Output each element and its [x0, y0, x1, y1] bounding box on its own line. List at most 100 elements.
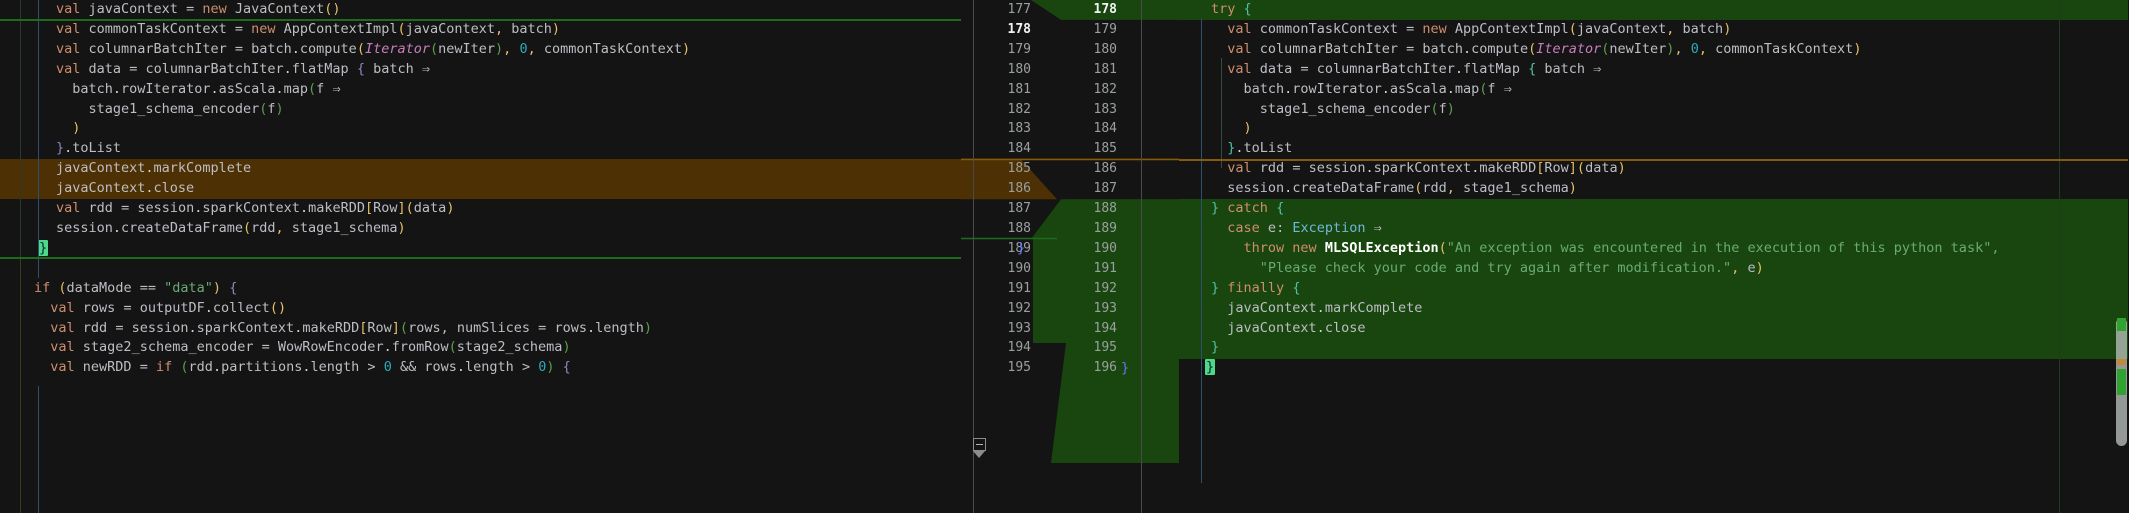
- gutter-line-number[interactable]: 183: [1053, 100, 1117, 120]
- code-line-text: } finally {: [1211, 279, 1301, 296]
- vertical-scrollbar[interactable]: [2114, 0, 2128, 513]
- gutter-line-number[interactable]: 191: [967, 279, 1031, 299]
- code-line[interactable]: val data = columnarBatchIter.flatMap { b…: [1179, 60, 2128, 80]
- gutter-line-number[interactable]: 183: [967, 119, 1031, 139]
- code-line-text: session.createDataFrame(rdd, stage1_sche…: [1227, 180, 1577, 197]
- code-line[interactable]: val columnarBatchIter = batch.compute(It…: [0, 40, 961, 60]
- code-line-text: val rdd = session.sparkContext.makeRDD[R…: [50, 319, 653, 336]
- code-line[interactable]: [0, 259, 961, 279]
- code-line[interactable]: val data = columnarBatchIter.flatMap { b…: [0, 60, 961, 80]
- code-line[interactable]: stage1_schema_encoder(f): [0, 100, 961, 120]
- code-line-added[interactable]: "Please check your code and try again af…: [1179, 259, 2128, 279]
- code-line[interactable]: val columnarBatchIter = batch.compute(It…: [1179, 40, 2128, 60]
- code-line[interactable]: val commonTaskContext = new AppContextIm…: [1179, 20, 2128, 40]
- gutter-line-number[interactable]: 185: [967, 159, 1031, 179]
- gutter-line-number[interactable]: 192: [1053, 279, 1117, 299]
- code-line-deleted[interactable]: javaContext.markComplete: [0, 159, 961, 179]
- code-line-text: val data = columnarBatchIter.flatMap { b…: [1227, 60, 1602, 77]
- gutter-line-number[interactable]: 177: [967, 0, 1031, 20]
- brace-match-highlight: }: [38, 239, 49, 256]
- brace-match-highlight: }: [1205, 359, 1216, 376]
- gutter-line-number[interactable]: 184: [967, 139, 1031, 159]
- gutter-line-number[interactable]: 195: [1053, 338, 1117, 358]
- code-line-added[interactable]: case e: Exception ⇒: [1179, 219, 2128, 239]
- gutter-line-number[interactable]: 190: [1053, 239, 1117, 259]
- diff-pane-right[interactable]: try { val commonTaskContext = new AppCon…: [1179, 0, 2128, 513]
- code-line-added[interactable]: } catch {: [1179, 199, 2128, 219]
- code-line-text: }: [1179, 358, 2128, 378]
- code-line-added[interactable]: try {: [1179, 0, 2128, 20]
- gutter-line-number[interactable]: 190: [967, 259, 1031, 279]
- code-line[interactable]: val rdd = session.sparkContext.makeRDD[R…: [0, 199, 961, 219]
- gutter-line-number[interactable]: 192: [967, 299, 1031, 319]
- code-fold-arrow-icon[interactable]: [973, 451, 985, 458]
- code-line-text: val stage2_schema_encoder = WowRowEncode…: [50, 339, 571, 356]
- gutter-line-number[interactable]: 180: [967, 60, 1031, 80]
- gutter-left-numbers[interactable]: 177 178 179 180 181 182 183 184 185 186 187 188 189 1…: [967, 0, 1031, 378]
- code-line[interactable]: batch.rowIterator.asScala.map(f ⇒: [1179, 80, 2128, 100]
- gutter-line-number[interactable]: 195: [967, 358, 1031, 378]
- gutter-line-number[interactable]: 182: [1053, 80, 1117, 100]
- gutter-line-number[interactable]: 194: [967, 338, 1031, 358]
- gutter-line-number[interactable]: 193: [1053, 299, 1117, 319]
- gutter-right-numbers[interactable]: 178 179 180 181 182 183 184 185 186 187 188 189 190 1…: [1053, 0, 1117, 378]
- gutter-line-number[interactable]: 186: [967, 179, 1031, 199]
- code-line[interactable]: if (dataMode == "data") {: [0, 279, 961, 299]
- code-line[interactable]: }.toList: [1179, 139, 2128, 159]
- code-line-text: }.toList: [1227, 140, 1293, 157]
- gutter-line-number[interactable]: 191: [1053, 259, 1117, 279]
- code-line[interactable]: session.createDataFrame(rdd, stage1_sche…: [0, 219, 961, 239]
- gutter-line-number[interactable]: 186: [1053, 159, 1117, 179]
- code-line[interactable]: val commonTaskContext = new AppContextIm…: [0, 20, 961, 40]
- code-line[interactable]: val rdd = session.sparkContext.makeRDD[R…: [0, 319, 961, 339]
- diff-pane-left[interactable]: val javaContext = new JavaContext() val …: [0, 0, 961, 513]
- gutter-line-number[interactable]: 181: [967, 80, 1031, 100]
- scrollbar-change-marker: [2117, 318, 2126, 331]
- code-line-added[interactable]: } finally {: [1179, 279, 2128, 299]
- code-line-deleted[interactable]: javaContext.close: [0, 179, 961, 199]
- gutter-line-number[interactable]: 178: [967, 20, 1031, 40]
- code-line-added[interactable]: throw new MLSQLException("An exception w…: [1179, 239, 2128, 259]
- gutter-line-number[interactable]: 193: [967, 319, 1031, 339]
- gutter-line-number[interactable]: 187: [967, 199, 1031, 219]
- code-line[interactable]: val rdd = session.sparkContext.makeRDD[R…: [1179, 159, 2128, 179]
- gutter-line-number[interactable]: 182: [967, 100, 1031, 120]
- code-line[interactable]: ): [1179, 119, 2128, 139]
- gutter-line-number[interactable]: 185: [1053, 139, 1117, 159]
- diff-gutter[interactable]: } } 177 178 179 180 181 182 183 184 185 186 187 188…: [961, 0, 1179, 513]
- scrollbar-change-marker: [2117, 359, 2126, 365]
- code-line-added[interactable]: }: [1179, 338, 2128, 358]
- code-line-added[interactable]: javaContext.close: [1179, 319, 2128, 339]
- code-line-added[interactable]: javaContext.markComplete: [1179, 299, 2128, 319]
- gutter-line-number[interactable]: 188: [967, 219, 1031, 239]
- code-line-text: throw new MLSQLException("An exception w…: [1243, 239, 2000, 256]
- code-line-text: val commonTaskContext = new AppContextIm…: [56, 20, 561, 37]
- code-line[interactable]: val newRDD = if (rdd.partitions.length >…: [0, 358, 961, 378]
- code-line[interactable]: ): [0, 119, 961, 139]
- code-line[interactable]: val rows = outputDF.collect(): [0, 299, 961, 319]
- code-line[interactable]: }: [0, 239, 961, 259]
- code-line-text: val rdd = session.sparkContext.makeRDD[R…: [1227, 160, 1626, 177]
- code-line[interactable]: }.toList: [0, 139, 961, 159]
- code-line[interactable]: val javaContext = new JavaContext(): [0, 0, 961, 20]
- code-line[interactable]: batch.rowIterator.asScala.map(f ⇒: [0, 80, 961, 100]
- code-line-text: val data = columnarBatchIter.flatMap { b…: [56, 60, 431, 77]
- gutter-line-number[interactable]: 179: [1053, 20, 1117, 40]
- gutter-line-number[interactable]: 194: [1053, 319, 1117, 339]
- gutter-line-number[interactable]: 187: [1053, 179, 1117, 199]
- gutter-line-number[interactable]: 196: [1053, 358, 1117, 378]
- code-line-text: }: [1211, 339, 1220, 356]
- gutter-line-number[interactable]: 189: [1053, 219, 1117, 239]
- gutter-line-number[interactable]: 179: [967, 40, 1031, 60]
- code-line[interactable]: }: [1179, 358, 2128, 378]
- code-line[interactable]: val stage2_schema_encoder = WowRowEncode…: [0, 338, 961, 358]
- gutter-line-number[interactable]: 184: [1053, 119, 1117, 139]
- code-fold-collapse-icon[interactable]: [973, 438, 986, 451]
- code-line[interactable]: session.createDataFrame(rdd, stage1_sche…: [1179, 179, 2128, 199]
- gutter-line-number[interactable]: 180: [1053, 40, 1117, 60]
- code-line[interactable]: stage1_schema_encoder(f): [1179, 100, 2128, 120]
- gutter-line-number[interactable]: 181: [1053, 60, 1117, 80]
- code-line-text: javaContext.markComplete: [1227, 299, 1423, 316]
- gutter-line-number[interactable]: 188: [1053, 199, 1117, 219]
- gutter-line-number[interactable]: 178: [1053, 0, 1117, 20]
